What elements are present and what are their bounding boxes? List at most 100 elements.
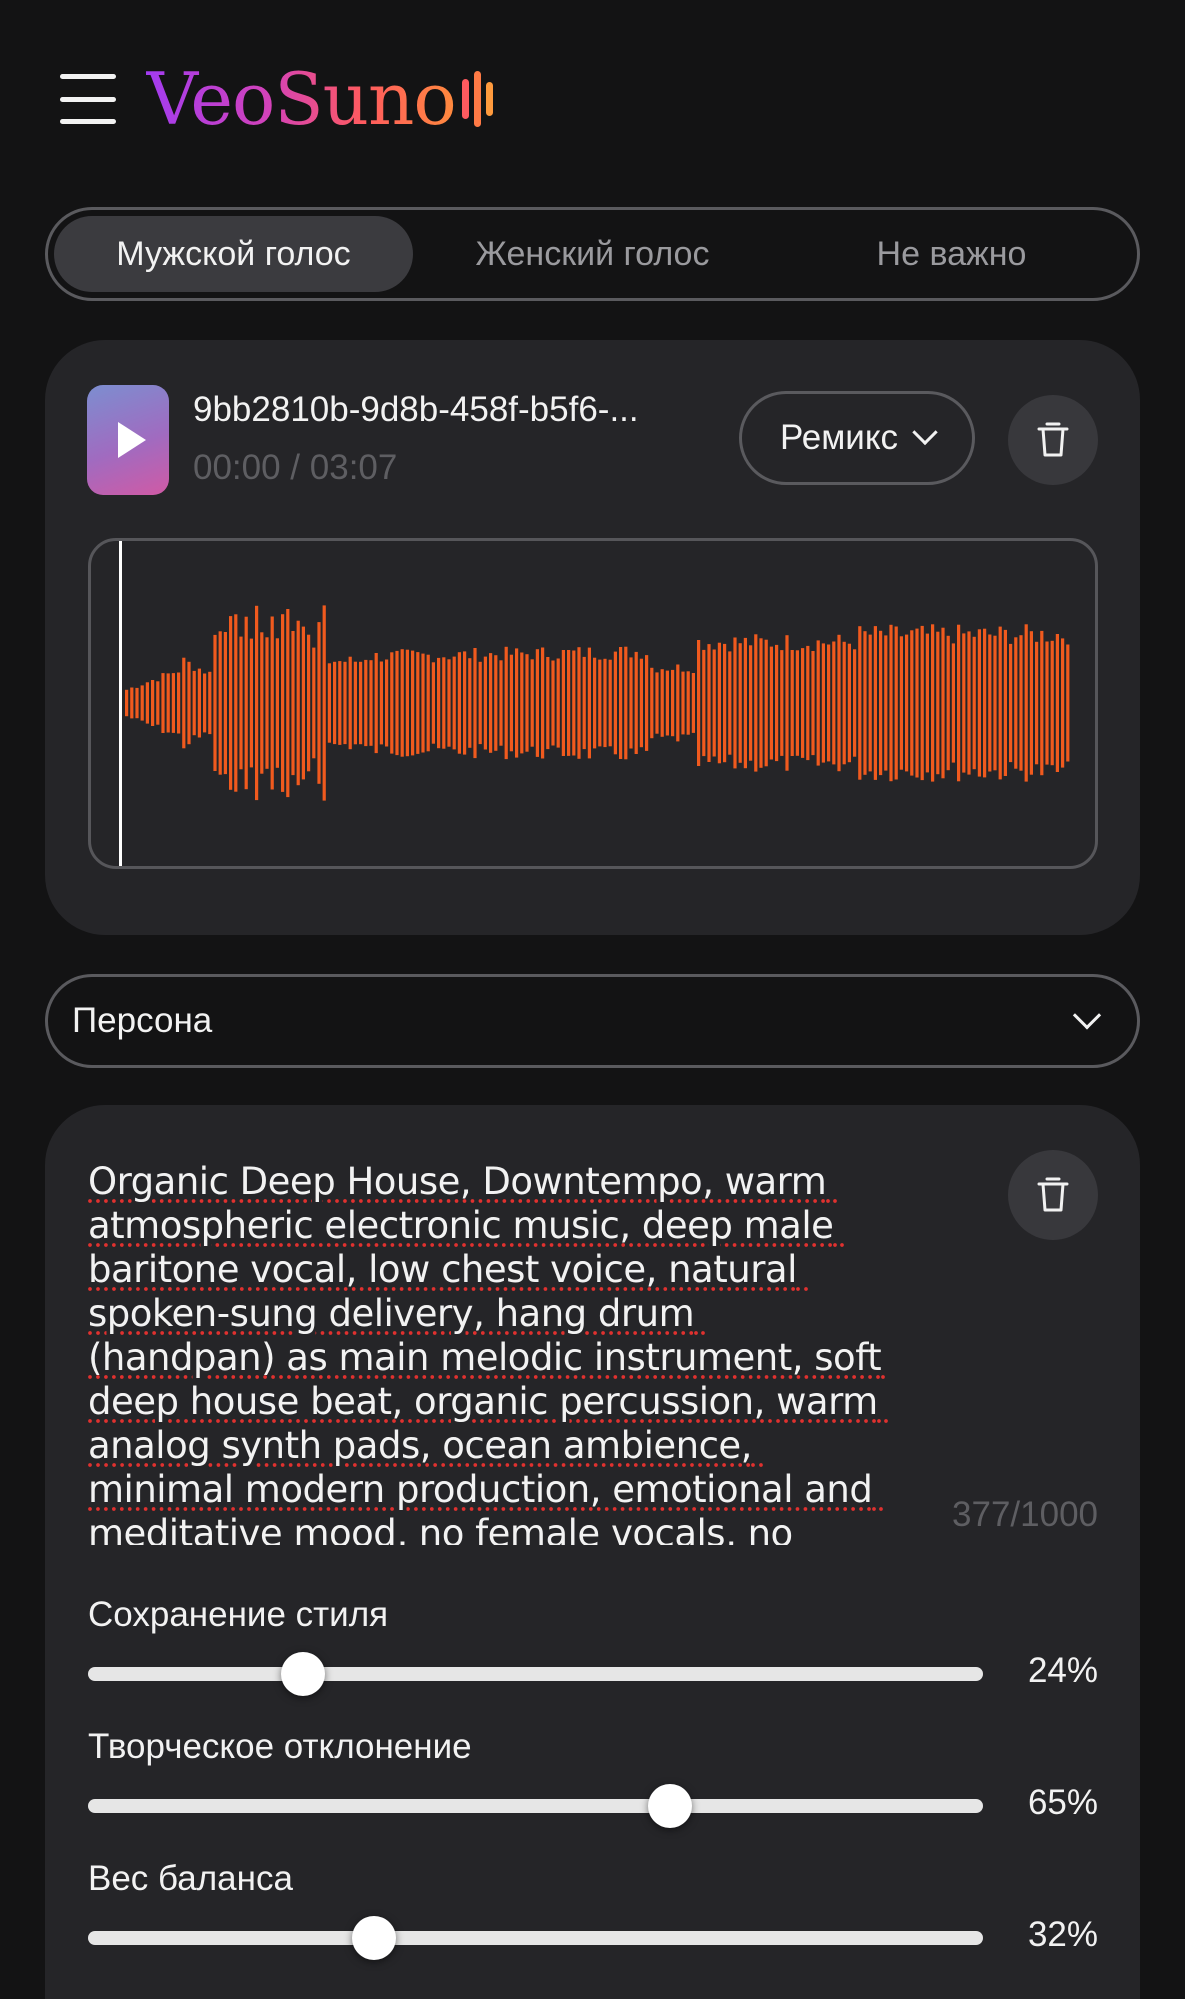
delete-track-button[interactable]	[1008, 395, 1098, 485]
voice-selector: Мужской голос Женский голос Не важно	[45, 207, 1140, 301]
waveform-bar	[411, 650, 415, 756]
voice-option-female[interactable]: Женский голос	[413, 216, 772, 292]
slider-track[interactable]	[88, 1916, 983, 1960]
logo-text: VeoSuno	[146, 57, 457, 141]
playhead[interactable]	[119, 541, 122, 866]
slider-track[interactable]	[88, 1784, 983, 1828]
waveform-bar	[587, 647, 591, 759]
waveform-bar	[374, 653, 378, 754]
waveform-bar	[161, 673, 165, 733]
waveform-bar	[873, 626, 877, 780]
waveform-bar	[801, 648, 805, 758]
waveform-bar	[483, 656, 487, 750]
waveform-bar	[769, 646, 773, 760]
waveform-bar	[1029, 631, 1033, 775]
waveform-bar	[764, 639, 768, 767]
waveform-bar	[322, 605, 326, 801]
waveform-bar	[645, 655, 649, 751]
waveform-bar	[858, 626, 862, 780]
persona-dropdown[interactable]: Персона	[45, 974, 1140, 1068]
waveform-bar	[931, 624, 935, 782]
slider-thumb[interactable]	[647, 1784, 692, 1828]
waveform-bar	[437, 657, 441, 749]
waveform-bar	[203, 673, 207, 733]
waveform-bar	[665, 670, 669, 736]
waveform-bar	[239, 636, 243, 770]
waveform-bar	[192, 670, 196, 736]
waveform-bar	[847, 643, 851, 763]
waveform-bar	[977, 629, 981, 777]
trash-icon	[1037, 422, 1069, 457]
waveform-bar	[244, 616, 248, 790]
waveform-bar	[894, 626, 898, 780]
slider-label: Вес баланса	[88, 1859, 293, 1898]
slider-label: Сохранение стиля	[88, 1595, 389, 1634]
app-screen: VeoSuno Мужской голос Женский голос Не в…	[0, 0, 1185, 1999]
voice-option-male[interactable]: Мужской голос	[54, 216, 413, 292]
waveform-bar	[473, 648, 477, 759]
waveform-bar	[504, 646, 508, 760]
logo-bars-icon	[461, 71, 493, 127]
persona-label: Персона	[72, 1001, 213, 1040]
waveform-bar	[868, 634, 872, 772]
waveform-bar	[707, 644, 711, 762]
waveform-bar	[364, 659, 368, 747]
waveform-bar	[691, 673, 695, 733]
waveform-bar	[1019, 635, 1023, 771]
slider-thumb[interactable]	[280, 1652, 325, 1696]
waveform-bar	[541, 647, 545, 759]
slider-thumb[interactable]	[352, 1916, 397, 1960]
waveform[interactable]	[88, 538, 1098, 869]
waveform-bar	[749, 645, 753, 761]
waveform-bar	[561, 650, 565, 756]
waveform-bar	[780, 650, 784, 756]
waveform-bar	[717, 642, 721, 764]
waveform-bar	[130, 687, 134, 719]
waveform-bar	[229, 616, 233, 790]
waveform-bar	[489, 653, 493, 753]
slider-value: 65%	[1027, 1783, 1098, 1822]
menu-icon[interactable]	[60, 74, 116, 124]
remix-dropdown[interactable]: Ремикс	[739, 391, 975, 485]
waveform-bar	[972, 636, 976, 770]
slider-value: 32%	[1027, 1915, 1098, 1954]
waveform-bar	[827, 644, 831, 762]
voice-option-any[interactable]: Не важно	[772, 216, 1131, 292]
waveform-bar	[171, 673, 175, 733]
waveform-bar	[556, 658, 560, 748]
waveform-bar	[993, 635, 997, 771]
waveform-bar	[213, 634, 217, 771]
waveform-bar	[577, 647, 581, 759]
waveform-bar	[759, 638, 763, 768]
waveform-bar	[967, 631, 971, 775]
waveform-bar	[1055, 634, 1059, 772]
clear-style-button[interactable]	[1008, 1150, 1098, 1240]
waveform-bar	[863, 631, 867, 775]
waveform-bar	[608, 659, 612, 747]
waveform-bar	[879, 630, 883, 776]
waveform-bar	[426, 654, 430, 752]
waveform-bar	[957, 624, 961, 782]
logo[interactable]: VeoSuno	[146, 57, 493, 141]
waveform-graphic	[119, 541, 1070, 866]
style-prompt-input[interactable]	[88, 1160, 888, 1545]
waveform-bar	[988, 634, 992, 772]
waveform-bar	[915, 628, 919, 778]
waveform-bar	[525, 654, 529, 752]
play-button[interactable]	[87, 385, 169, 495]
waveform-bar	[613, 651, 617, 755]
waveform-bar	[702, 649, 706, 757]
waveform-bar	[551, 660, 555, 746]
waveform-bar	[208, 671, 212, 735]
waveform-bar	[1003, 629, 1007, 776]
waveform-bar	[837, 634, 841, 772]
chevron-down-icon	[912, 419, 938, 446]
waveform-bar	[697, 640, 701, 766]
audio-card: 9bb2810b-9d8b-458f-b5f6-... 00:00 / 03:0…	[45, 340, 1140, 935]
waveform-bar	[1050, 640, 1054, 766]
waveform-bar	[738, 643, 742, 763]
slider-track[interactable]	[88, 1652, 983, 1696]
waveform-bar	[983, 628, 987, 778]
waveform-bar	[156, 681, 160, 725]
waveform-bar	[723, 643, 727, 763]
